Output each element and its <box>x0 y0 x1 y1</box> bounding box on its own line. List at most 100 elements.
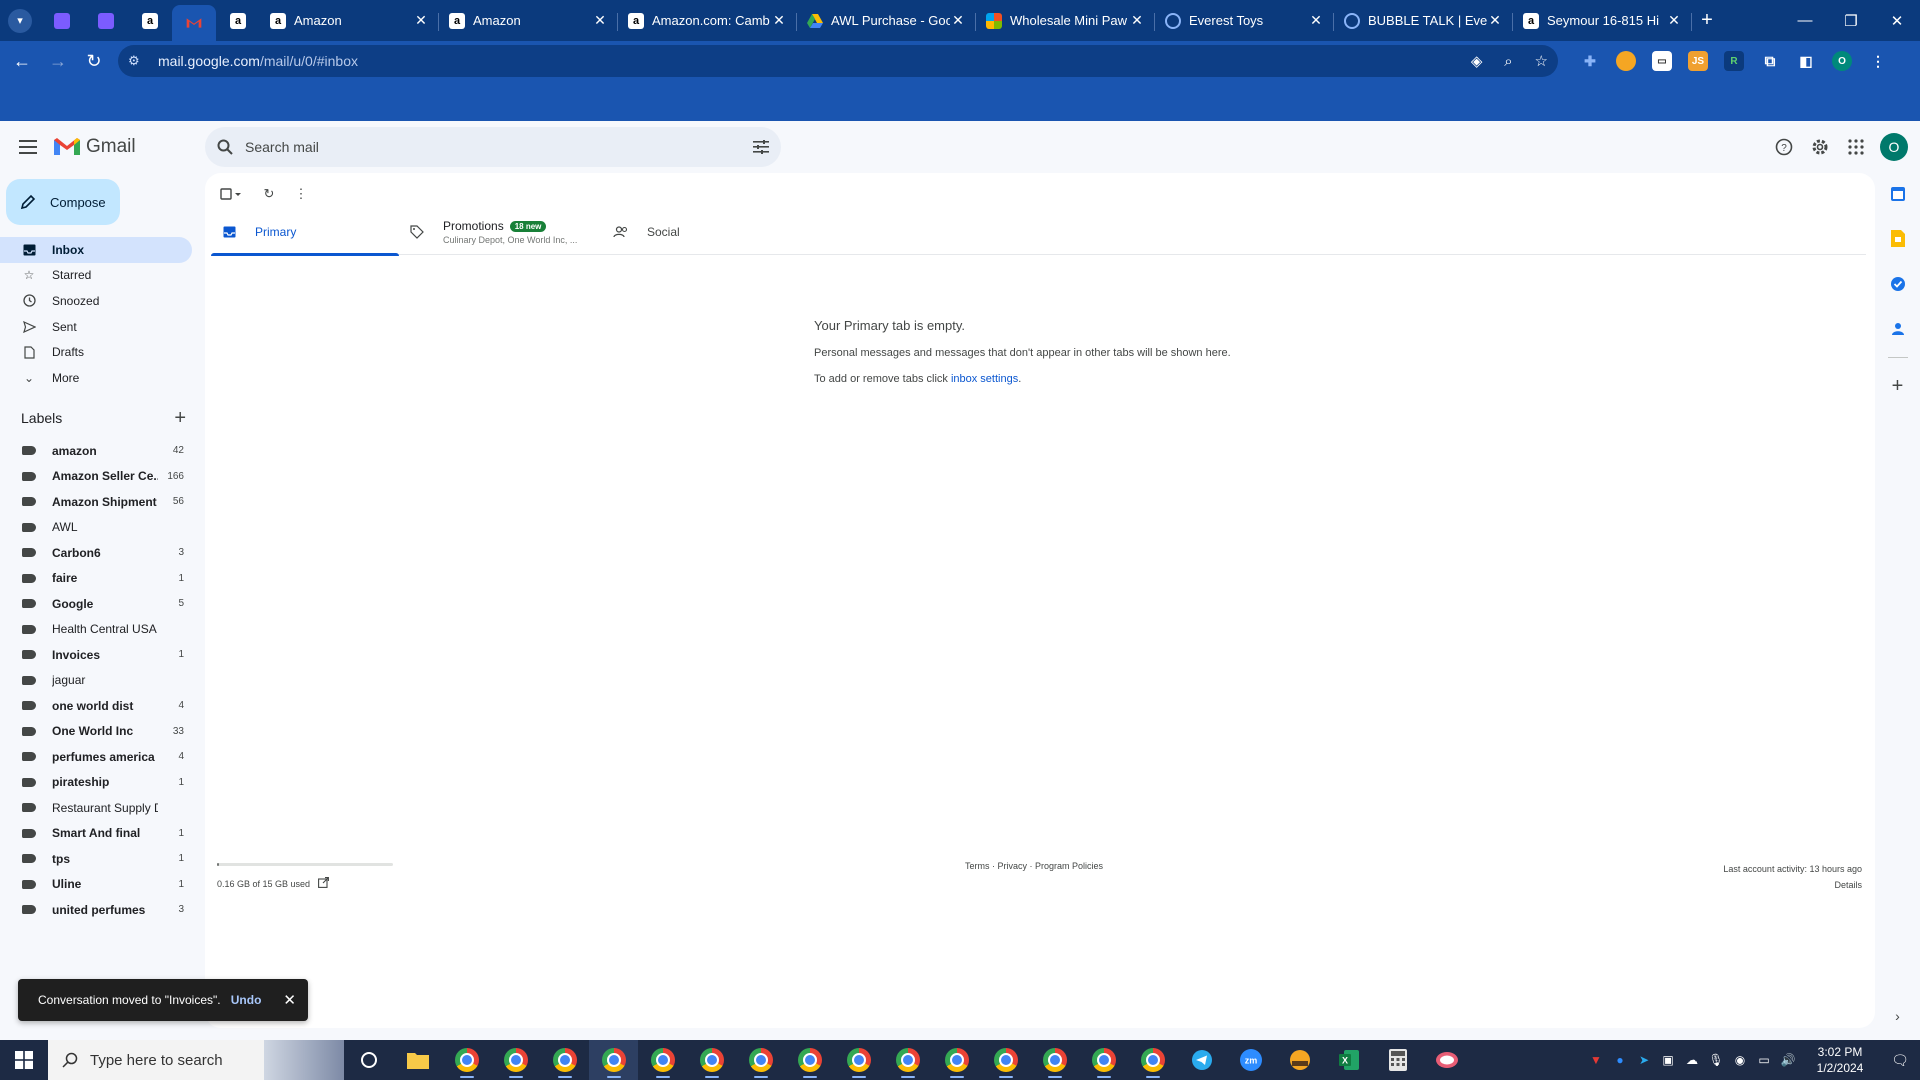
close-icon[interactable]: ✕ <box>1487 12 1503 29</box>
chrome-profile-icon[interactable] <box>736 1040 785 1080</box>
search-bar[interactable]: Search mail <box>205 127 781 167</box>
browser-tab[interactable]: a Seymour 16-815 Hi ✕ <box>1513 4 1692 38</box>
chrome-profile-icon[interactable] <box>981 1040 1030 1080</box>
minimize-button[interactable]: — <box>1782 0 1828 41</box>
nav-item-drafts[interactable]: Drafts <box>0 339 192 365</box>
pinned-tab-1[interactable] <box>40 4 84 38</box>
file-explorer-icon[interactable] <box>393 1040 442 1080</box>
label-item[interactable]: Amazon Seller Ce... 166 <box>0 464 192 490</box>
more-options-icon[interactable]: ⋮ <box>285 179 317 209</box>
refresh-icon[interactable]: ↻ <box>253 179 285 209</box>
snipping-tool-icon[interactable] <box>1422 1040 1471 1080</box>
zoom-icon[interactable]: ⌕ <box>1504 53 1512 70</box>
open-in-new-icon[interactable] <box>318 877 330 890</box>
chrome-profile-icon[interactable] <box>1079 1040 1128 1080</box>
forward-button[interactable]: → <box>40 45 76 77</box>
calendar-icon[interactable] <box>1875 171 1920 216</box>
label-item[interactable]: tps 1 <box>0 846 192 872</box>
help-icon[interactable]: ? <box>1766 127 1802 167</box>
inbox-settings-link[interactable]: inbox settings <box>951 373 1018 385</box>
chrome-profile-icon[interactable] <box>785 1040 834 1080</box>
label-item[interactable]: Restaurant Supply D <box>0 795 192 821</box>
main-menu-icon[interactable] <box>4 123 52 171</box>
browser-tab[interactable]: Everest Toys ✕ <box>1155 4 1334 38</box>
restore-button[interactable]: ❐ <box>1828 0 1874 41</box>
extension-r-icon[interactable]: R <box>1724 51 1744 71</box>
chrome-profile-icon[interactable] <box>638 1040 687 1080</box>
nav-item-more[interactable]: ⌄ More <box>0 365 192 391</box>
label-item[interactable]: one world dist 4 <box>0 693 192 719</box>
close-icon[interactable]: ✕ <box>1129 12 1145 29</box>
create-label-icon[interactable]: + <box>174 407 186 430</box>
taskbar-clock[interactable]: 3:02 PM 1/2/2024 <box>1800 1044 1880 1076</box>
tab-search-button[interactable]: ▾ <box>8 8 32 33</box>
browser-tab[interactable]: a Amazon.com: Camb ✕ <box>618 4 797 38</box>
account-avatar[interactable]: O <box>1880 133 1908 161</box>
label-item[interactable]: Uline 1 <box>0 872 192 898</box>
browser-tab[interactable]: Wholesale Mini Paw ✕ <box>976 4 1155 38</box>
label-item[interactable]: Health Central USA <box>0 617 192 643</box>
nav-item-inbox[interactable]: Inbox <box>0 237 192 263</box>
volume-tray-icon[interactable]: 🔊 <box>1776 1053 1800 1067</box>
mcafee-icon[interactable]: ▼ <box>1584 1053 1608 1067</box>
nav-item-starred[interactable]: ☆ Starred <box>0 263 192 289</box>
settings-gear-icon[interactable] <box>1802 127 1838 167</box>
extensions-puzzle-icon[interactable]: ⧉ <box>1760 51 1780 71</box>
chrome-profile-icon[interactable] <box>442 1040 491 1080</box>
zoom-icon[interactable]: zm <box>1226 1040 1275 1080</box>
site-info-icon[interactable]: ⚙ <box>128 53 146 69</box>
chrome-profile-icon[interactable] <box>1128 1040 1177 1080</box>
notification-center-icon[interactable]: 🗨 <box>1880 1052 1920 1069</box>
excel-icon[interactable]: X <box>1324 1040 1373 1080</box>
hardware-tray-icon[interactable]: ▣ <box>1656 1053 1680 1067</box>
back-button[interactable]: ← <box>4 45 40 77</box>
reload-button[interactable]: ↻ <box>76 45 112 77</box>
chrome-profile-icon[interactable] <box>1030 1040 1079 1080</box>
pinned-tab-gmail-active[interactable] <box>172 5 216 41</box>
label-item[interactable]: Amazon Shipment 56 <box>0 489 192 515</box>
label-item[interactable]: jaguar <box>0 668 192 694</box>
chrome-profile-icon[interactable] <box>932 1040 981 1080</box>
browser-menu-icon[interactable]: ⋮ <box>1868 51 1888 71</box>
zoom-tray-icon[interactable]: ● <box>1608 1053 1632 1067</box>
chrome-profile-icon[interactable] <box>589 1040 638 1080</box>
tab-primary[interactable]: Primary <box>211 209 399 256</box>
tab-promotions[interactable]: Promotions 18 new Culinary Depot, One Wo… <box>399 209 603 255</box>
undo-button[interactable]: Undo <box>231 993 262 1007</box>
close-icon[interactable]: ✕ <box>1308 12 1324 29</box>
pinned-tab-5[interactable]: a <box>216 4 260 38</box>
label-item[interactable]: One World Inc 33 <box>0 719 192 745</box>
microphone-tray-icon[interactable]: 🎙 <box>1704 1053 1728 1067</box>
address-bar[interactable]: ⚙ mail.google.com/mail/u/0/#inbox ◈ ⌕ ☆ <box>118 45 1558 77</box>
label-item[interactable]: Smart And final 1 <box>0 821 192 847</box>
tab-social[interactable]: Social <box>603 209 791 255</box>
pinned-tab-2[interactable] <box>84 4 128 38</box>
label-item[interactable]: pirateship 1 <box>0 770 192 796</box>
windows-start-icon[interactable] <box>0 1040 48 1080</box>
side-panel-icon[interactable]: ◧ <box>1796 51 1816 71</box>
chrome-profile-icon[interactable] <box>687 1040 736 1080</box>
hide-side-panel-icon[interactable]: › <box>1875 993 1920 1038</box>
activity-details-link[interactable]: Details <box>1723 877 1862 893</box>
browser-tab[interactable]: BUBBLE TALK | Evere ✕ <box>1334 4 1513 38</box>
label-item[interactable]: Google 5 <box>0 591 192 617</box>
label-item[interactable]: AWL <box>0 515 192 541</box>
pinned-tab-3[interactable]: a <box>128 4 172 38</box>
chrome-profile-icon[interactable] <box>491 1040 540 1080</box>
telegram-icon[interactable] <box>1177 1040 1226 1080</box>
policy-links[interactable]: Terms · Privacy · Program Policies <box>965 861 1103 871</box>
profile-avatar[interactable]: O <box>1832 51 1852 71</box>
label-item[interactable]: united perfumes 3 <box>0 897 192 923</box>
calculator-icon[interactable] <box>1373 1040 1422 1080</box>
close-icon[interactable]: ✕ <box>1666 12 1682 29</box>
search-icon[interactable] <box>217 139 233 155</box>
browser-tab[interactable]: a Amazon ✕ <box>260 4 439 38</box>
bookmark-star-icon[interactable]: ☆ <box>1535 53 1548 70</box>
chrome-profile-icon[interactable] <box>540 1040 589 1080</box>
label-item[interactable]: perfumes america 4 <box>0 744 192 770</box>
contacts-icon[interactable] <box>1875 306 1920 351</box>
chrome-profile-icon[interactable] <box>883 1040 932 1080</box>
nav-item-sent[interactable]: Sent <box>0 314 192 340</box>
search-options-icon[interactable] <box>753 140 769 154</box>
compose-button[interactable]: Compose <box>6 179 120 225</box>
